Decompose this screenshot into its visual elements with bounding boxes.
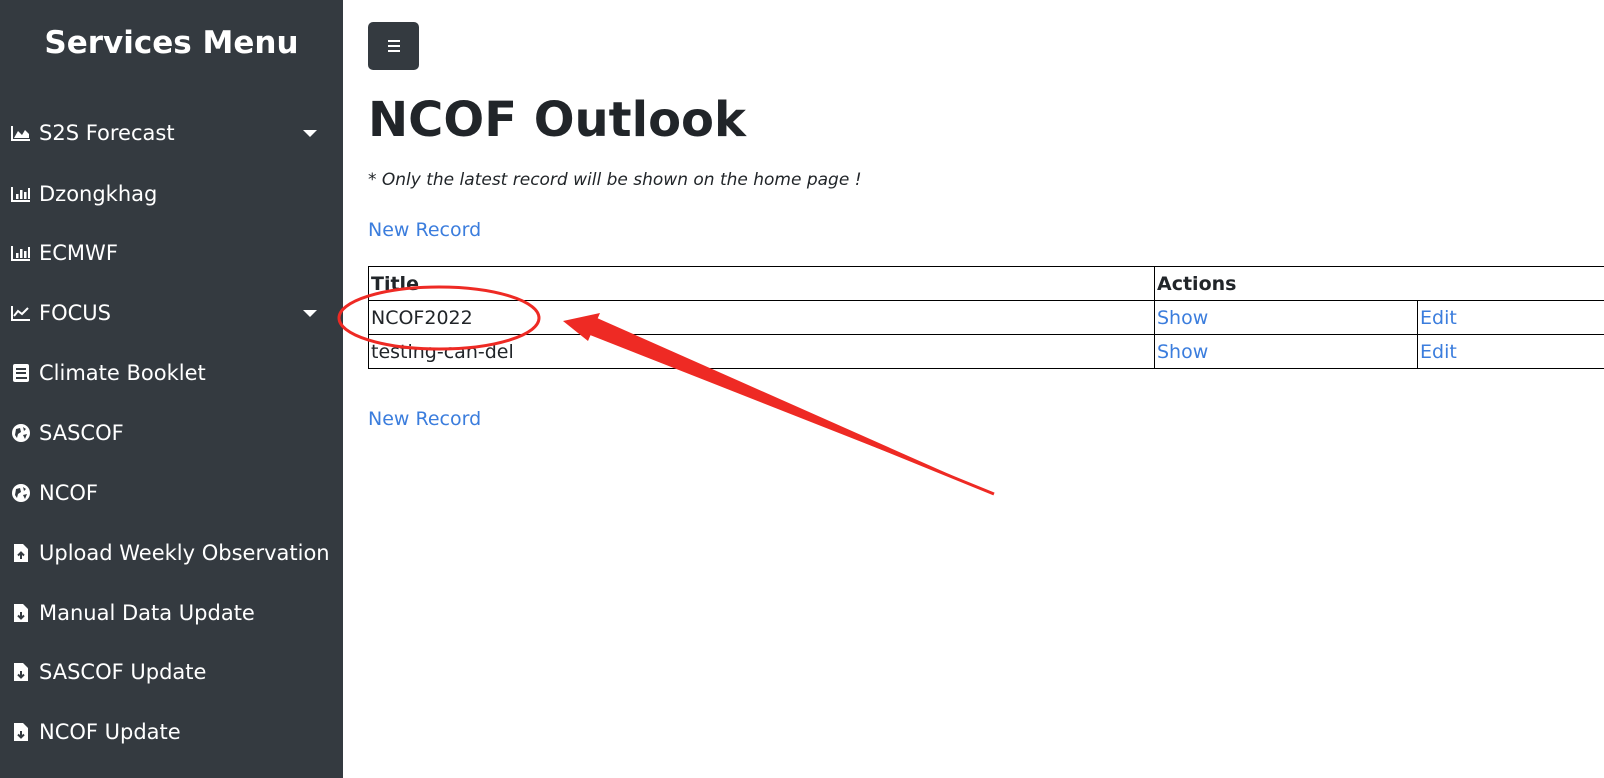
sidebar-item-ecmwf[interactable]: ECMWF [10, 236, 330, 270]
sidebar-item-manual-data-update[interactable]: Manual Data Update [10, 596, 330, 630]
record-title: testing-can-del [368, 334, 1155, 369]
hamburger-icon [387, 39, 400, 54]
record-title: NCOF2022 [368, 300, 1155, 335]
sidebar-item-upload-weekly-observation[interactable]: Upload Weekly Observation [10, 536, 330, 570]
table-row: testing-can-del Show Edit [368, 334, 1604, 369]
new-record-link-bottom[interactable]: New Record [368, 408, 481, 430]
area-chart-icon [10, 123, 32, 143]
sidebar-item-label: SASCOF [39, 421, 124, 445]
sidebar-item-label: Manual Data Update [39, 601, 255, 625]
edit-link[interactable]: Edit [1420, 341, 1457, 363]
sidebar-item-sascof-update[interactable]: SASCOF Update [10, 655, 330, 689]
sidebar-item-label: S2S Forecast [39, 121, 175, 145]
page-title: NCOF Outlook [368, 92, 746, 148]
info-note: * Only the latest record will be shown o… [368, 170, 862, 190]
main-content: NCOF Outlook * Only the latest record wi… [343, 0, 1604, 778]
file-download-icon [10, 662, 32, 682]
sidebar-item-label: NCOF [39, 481, 98, 505]
chevron-down-icon [303, 310, 317, 317]
sidebar-item-label: SASCOF Update [39, 660, 207, 684]
sidebar-item-label: FOCUS [39, 301, 111, 325]
sidebar-item-sascof[interactable]: SASCOF [10, 416, 330, 450]
sidebar-item-label: Climate Booklet [39, 361, 206, 385]
sidebar-item-label: Dzongkhag [39, 182, 158, 206]
sidebar-item-label: ECMWF [39, 241, 118, 265]
sidebar-item-s2s-forecast[interactable]: S2S Forecast [10, 116, 330, 150]
line-chart-icon [10, 303, 32, 323]
sidebar-item-dzongkhag[interactable]: Dzongkhag [10, 177, 330, 211]
globe-icon [10, 483, 32, 503]
sidebar-item-ncof[interactable]: NCOF [10, 476, 330, 510]
bar-chart-icon [10, 243, 32, 263]
file-upload-icon [10, 543, 32, 563]
file-download-icon [10, 603, 32, 623]
chevron-down-icon [303, 130, 317, 137]
show-link[interactable]: Show [1157, 307, 1208, 329]
column-header-actions: Actions [1154, 266, 1604, 301]
sidebar-item-label: Upload Weekly Observation [39, 541, 330, 565]
book-icon [10, 363, 32, 383]
sidebar-title: Services Menu [44, 25, 299, 61]
sidebar: Services Menu S2S Forecast Dzongkhag ECM… [0, 0, 343, 778]
sidebar-item-label: NCOF Update [39, 720, 181, 744]
file-download-icon [10, 722, 32, 742]
records-table: Title Actions NCOF2022 Show Edit testing… [368, 266, 1604, 369]
column-header-title: Title [368, 266, 1155, 301]
sidebar-item-ncof-update[interactable]: NCOF Update [10, 715, 330, 749]
show-link[interactable]: Show [1157, 341, 1208, 363]
bar-chart-icon [10, 184, 32, 204]
table-header-row: Title Actions [368, 266, 1604, 301]
globe-icon [10, 423, 32, 443]
new-record-link-top[interactable]: New Record [368, 219, 481, 241]
sidebar-item-climate-booklet[interactable]: Climate Booklet [10, 356, 330, 390]
table-row: NCOF2022 Show Edit [368, 300, 1604, 335]
sidebar-item-focus[interactable]: FOCUS [10, 296, 330, 330]
sidebar-toggle-button[interactable] [368, 22, 419, 70]
edit-link[interactable]: Edit [1420, 307, 1457, 329]
